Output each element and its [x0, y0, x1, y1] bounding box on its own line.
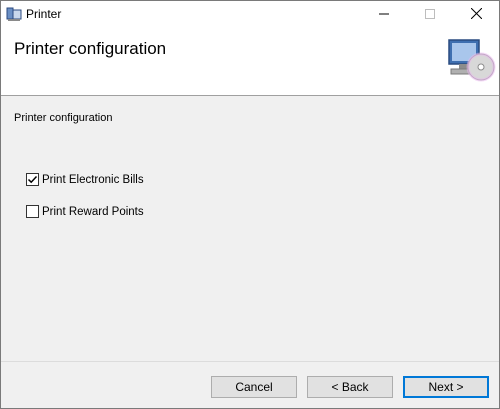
maximize-button[interactable]	[407, 1, 453, 29]
next-button[interactable]: Next >	[403, 376, 489, 398]
window-title: Printer	[26, 7, 62, 21]
print-electronic-bills-option[interactable]: Print Electronic Bills	[26, 173, 144, 186]
close-icon	[470, 7, 482, 22]
minimize-icon	[379, 8, 389, 22]
section-label: Printer configuration	[14, 112, 113, 124]
print-reward-points-option[interactable]: Print Reward Points	[26, 205, 144, 218]
close-button[interactable]	[453, 1, 499, 29]
print-reward-points-checkbox[interactable]	[26, 205, 39, 218]
page-title: Printer configuration	[14, 39, 167, 58]
maximize-icon	[425, 8, 435, 22]
cancel-button[interactable]: Cancel	[211, 376, 297, 398]
checkmark-icon	[27, 175, 38, 184]
installer-window: Printer Printer configuration Printer co…	[0, 0, 500, 409]
print-electronic-bills-checkbox[interactable]	[26, 173, 39, 186]
wizard-header: Printer configuration	[1, 29, 499, 96]
back-button[interactable]: < Back	[307, 376, 393, 398]
computer-cd-icon	[446, 37, 496, 85]
title-bar[interactable]: Printer	[1, 1, 499, 29]
wizard-body: Printer configuration Print Electronic B…	[1, 97, 499, 361]
print-reward-points-label: Print Reward Points	[42, 205, 144, 218]
installer-app-icon	[6, 6, 22, 22]
minimize-button[interactable]	[361, 1, 407, 29]
print-electronic-bills-label: Print Electronic Bills	[42, 173, 144, 186]
wizard-footer: Cancel < Back Next >	[1, 361, 499, 408]
